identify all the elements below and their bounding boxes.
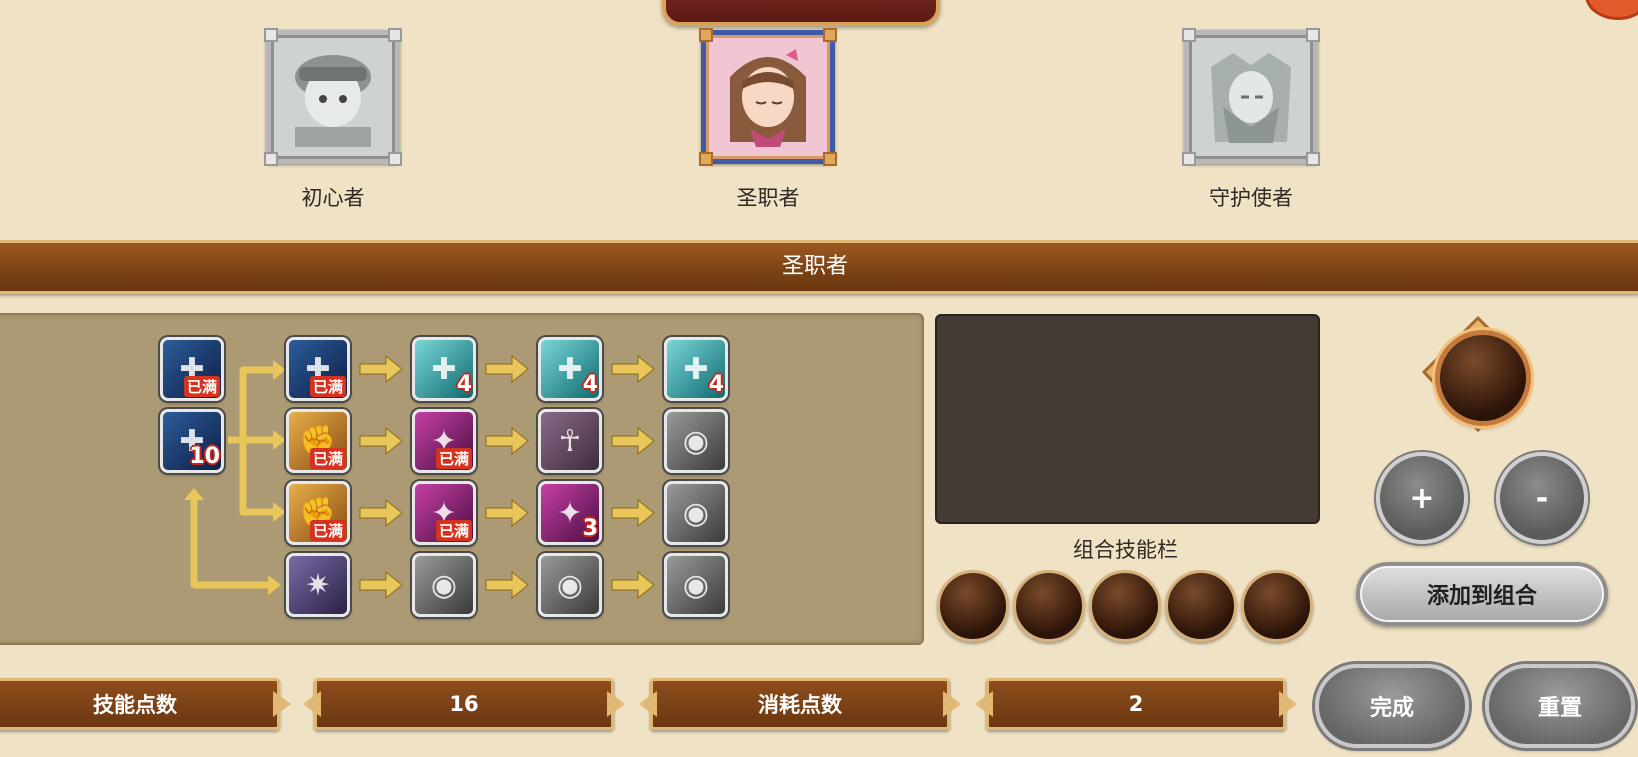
skill-points-label: 技能点数 bbox=[0, 678, 280, 730]
skill-arrow-icon bbox=[611, 354, 655, 384]
connector-arrowhead bbox=[273, 360, 286, 380]
skill-icon-r3c4[interactable]: ◉ bbox=[664, 481, 728, 545]
combo-slot-1[interactable] bbox=[937, 570, 1009, 642]
skill-icon-r3c2[interactable]: ✦ 已满 bbox=[412, 481, 476, 545]
skill-icon-r4c2[interactable]: ◉ bbox=[412, 553, 476, 617]
skill-icon-r2c1[interactable]: ✊ 已满 bbox=[286, 409, 350, 473]
skill-level-badge: 4 bbox=[708, 372, 724, 397]
skill-icon-r4c4[interactable]: ◉ bbox=[664, 553, 728, 617]
connector-arrowhead bbox=[273, 502, 286, 522]
connector-arrowhead bbox=[268, 575, 281, 595]
skill-arrow-icon bbox=[359, 354, 403, 384]
skill-arrow-icon bbox=[359, 426, 403, 456]
skill-arrow-icon bbox=[611, 426, 655, 456]
skill-icon-base-1[interactable]: ✚ 已满 bbox=[160, 337, 224, 401]
skill-level-badge: 已满 bbox=[183, 376, 220, 397]
skill-arrow-icon bbox=[611, 570, 655, 600]
connector-branch-bottom bbox=[239, 440, 273, 516]
skill-points-value: 16 bbox=[314, 678, 614, 730]
skill-icon-r4c3[interactable]: ◉ bbox=[538, 553, 602, 617]
combo-preview-screen bbox=[935, 314, 1320, 524]
skill-icon-r2c2[interactable]: ✦ 已满 bbox=[412, 409, 476, 473]
skill-glyph-icon: ◉ bbox=[682, 567, 710, 603]
skill-glyph-icon: ◉ bbox=[682, 423, 710, 459]
connector-branch-top bbox=[228, 366, 273, 444]
skill-arrow-icon bbox=[611, 498, 655, 528]
skill-level-badge: 10 bbox=[189, 444, 220, 469]
skill-icon-r3c1[interactable]: ✊ 已满 bbox=[286, 481, 350, 545]
combo-slot-2[interactable] bbox=[1013, 570, 1085, 642]
combo-slot-4[interactable] bbox=[1165, 570, 1237, 642]
add-to-combo-button[interactable]: 添加到组合 bbox=[1356, 562, 1608, 626]
cost-points-value: 2 bbox=[986, 678, 1286, 730]
selected-skill-orb[interactable] bbox=[1435, 330, 1531, 426]
skill-icon-r2c4[interactable]: ◉ bbox=[664, 409, 728, 473]
combo-slot-5[interactable] bbox=[1241, 570, 1313, 642]
cost-points-label: 消耗点数 bbox=[650, 678, 950, 730]
combo-slot-3[interactable] bbox=[1089, 570, 1161, 642]
skill-icon-r1c4[interactable]: ✚ 4 bbox=[664, 337, 728, 401]
skill-level-badge: 4 bbox=[582, 372, 598, 397]
skill-icon-r1c1[interactable]: ✚ 已满 bbox=[286, 337, 350, 401]
minus-button[interactable]: - bbox=[1496, 452, 1588, 544]
skill-glyph-icon: ◉ bbox=[682, 495, 710, 531]
skill-tree-connectors bbox=[184, 354, 655, 600]
reset-button[interactable]: 重置 bbox=[1485, 664, 1635, 748]
skill-arrow-icon bbox=[485, 498, 529, 528]
skill-icon-r4c1[interactable]: ✷ bbox=[286, 553, 350, 617]
connector-arrowhead bbox=[273, 430, 286, 450]
skill-glyph-icon: ◉ bbox=[430, 567, 458, 603]
skill-icon-r2c3[interactable]: ☥ bbox=[538, 409, 602, 473]
skill-glyph-icon: ☥ bbox=[558, 423, 582, 459]
skill-icon-r1c3[interactable]: ✚ 4 bbox=[538, 337, 602, 401]
skill-arrow-icon bbox=[359, 570, 403, 600]
skill-arrow-icon bbox=[485, 426, 529, 456]
combo-bar-title: 组合技能栏 bbox=[1073, 538, 1178, 562]
plus-button[interactable]: + bbox=[1376, 452, 1468, 544]
skill-level-badge: 已满 bbox=[309, 448, 346, 469]
skill-icon-r1c2[interactable]: ✚ 4 bbox=[412, 337, 476, 401]
skill-level-badge: 已满 bbox=[435, 520, 472, 541]
done-button[interactable]: 完成 bbox=[1315, 664, 1469, 748]
skill-icon-base-2[interactable]: ✚ 10 bbox=[160, 409, 224, 473]
skill-arrow-icon bbox=[485, 354, 529, 384]
skill-arrow-icon bbox=[485, 570, 529, 600]
skill-arrow-icon bbox=[359, 498, 403, 528]
skill-glyph-icon: ◉ bbox=[556, 567, 584, 603]
skill-level-badge: 3 bbox=[582, 516, 598, 541]
skill-icon-r3c3[interactable]: ✦ 3 bbox=[538, 481, 602, 545]
skill-level-badge: 已满 bbox=[309, 520, 346, 541]
skill-level-badge: 已满 bbox=[435, 448, 472, 469]
connector-arrowhead bbox=[184, 488, 204, 500]
skill-level-badge: 4 bbox=[456, 372, 472, 397]
skill-glyph-icon: ✷ bbox=[305, 567, 331, 603]
skill-level-badge: 已满 bbox=[309, 376, 346, 397]
